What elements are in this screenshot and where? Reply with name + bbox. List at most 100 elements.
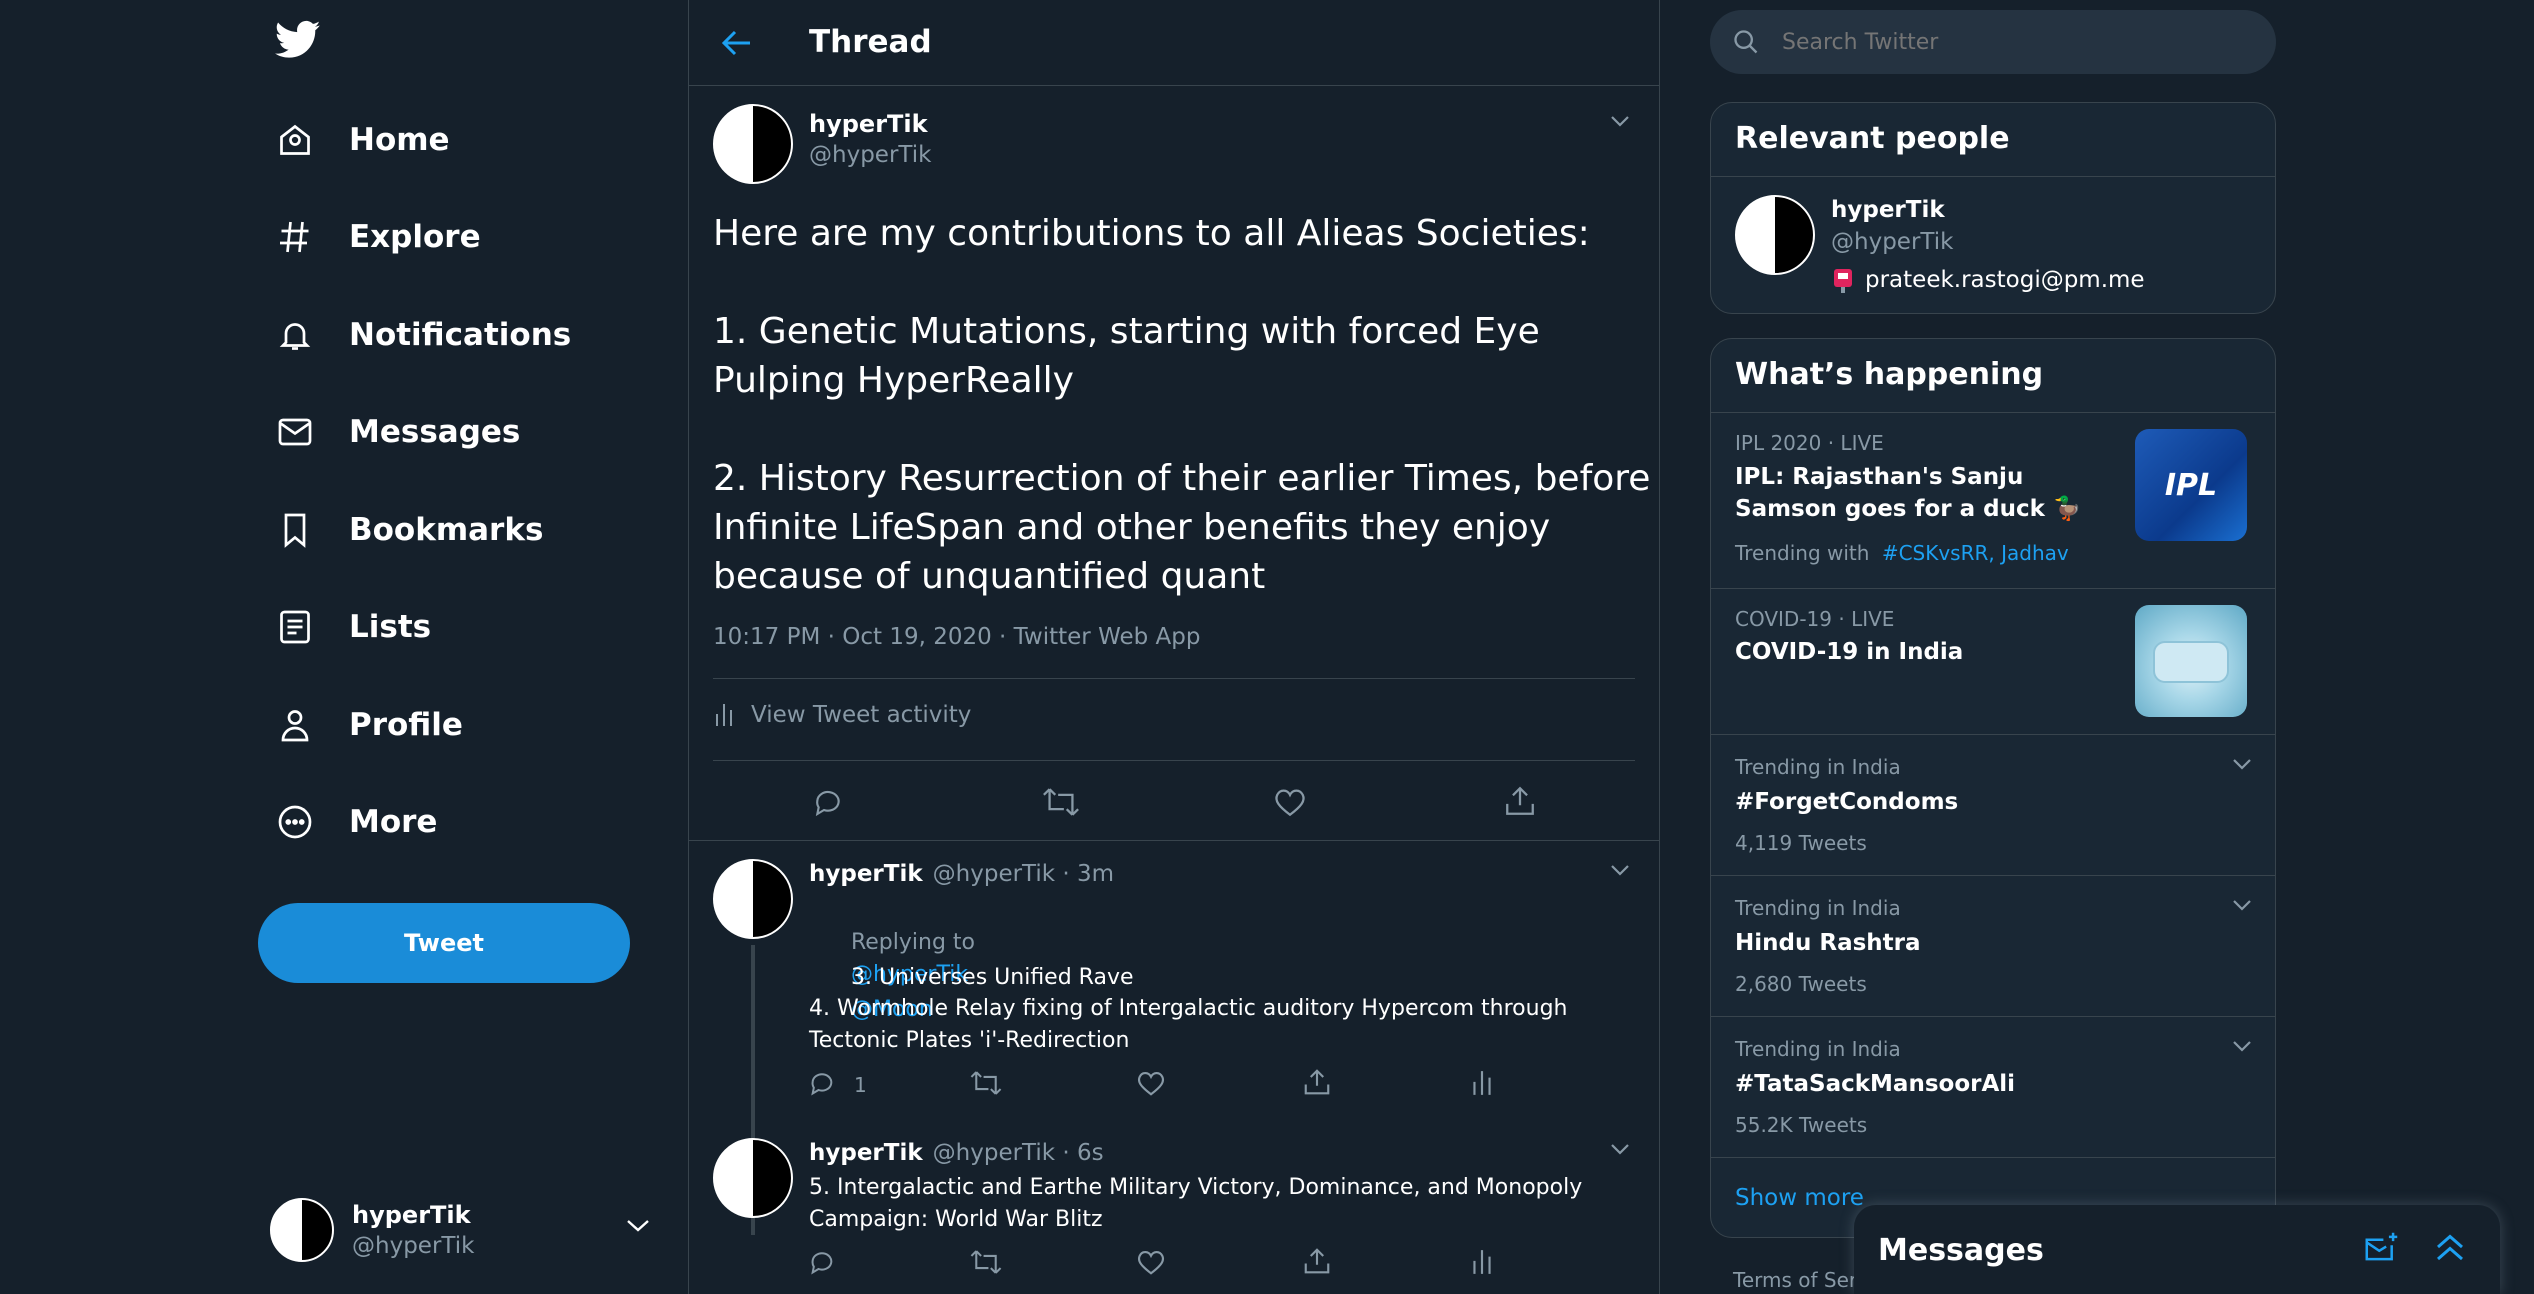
avatar[interactable]: [713, 104, 793, 184]
chevron-down-icon[interactable]: [1609, 114, 1631, 128]
reply-author-name[interactable]: hyperTik: [809, 861, 923, 887]
avatar: [270, 1198, 334, 1262]
relevant-person-name[interactable]: hyperTik: [1831, 197, 1945, 223]
share-icon[interactable]: [1503, 784, 1537, 818]
view-tweet-activity-label: View Tweet activity: [751, 702, 972, 728]
trend-item[interactable]: COVID-19 · LIVE COVID-19 in India: [1711, 589, 2275, 735]
trend-count: 4,119 Tweets: [1735, 831, 1867, 855]
terms-of-service-link[interactable]: Terms of Serv: [1733, 1268, 1869, 1292]
messages-dock[interactable]: Messages: [1854, 1205, 2500, 1294]
nav-more-label: More: [349, 804, 438, 840]
avatar[interactable]: [713, 1138, 793, 1218]
nav-notifications[interactable]: Notifications: [275, 295, 571, 375]
list-icon: [275, 607, 315, 647]
reply-icon[interactable]: [807, 1248, 837, 1276]
tweet-timestamp[interactable]: 10:17 PM · Oct 19, 2020 · Twitter Web Ap…: [713, 624, 1200, 650]
trend-title: Hindu Rashtra: [1735, 930, 1921, 956]
view-tweet-activity-link[interactable]: View Tweet activity: [713, 702, 971, 728]
trend-item[interactable]: Trending in India Hindu Rashtra 2,680 Tw…: [1711, 876, 2275, 1017]
reply-count: 1: [854, 1073, 867, 1097]
twitter-logo-icon[interactable]: [275, 20, 321, 60]
chevron-down-icon[interactable]: [2231, 898, 2253, 912]
heart-icon[interactable]: [1136, 1248, 1166, 1276]
chevron-down-icon[interactable]: [2231, 1039, 2253, 1053]
envelope-icon: [275, 412, 315, 452]
nav-more[interactable]: More: [275, 782, 437, 862]
bar-chart-icon[interactable]: [1470, 1069, 1494, 1097]
trending-with-prefix: Trending with: [1735, 541, 1870, 565]
tweet-author-name[interactable]: hyperTik: [809, 110, 928, 138]
nav-home-label: Home: [349, 122, 450, 158]
nav-profile-label: Profile: [349, 707, 463, 743]
reply-icon[interactable]: [811, 786, 845, 818]
trend-item[interactable]: Trending in India #ForgetCondoms 4,119 T…: [1711, 735, 2275, 876]
reply-author-name[interactable]: hyperTik: [809, 1140, 923, 1166]
account-name: hyperTik: [352, 1201, 471, 1229]
bar-chart-icon[interactable]: [1470, 1248, 1494, 1276]
nav-lists-label: Lists: [349, 609, 432, 645]
thread-column: Thread hyperTik @hyperTik Here are my co…: [688, 0, 1660, 1294]
trend-title: COVID-19 in India: [1735, 639, 1964, 665]
tweet-author-handle[interactable]: @hyperTik: [809, 142, 931, 168]
nav-messages-label: Messages: [349, 414, 521, 450]
nav-home[interactable]: Home: [275, 100, 450, 180]
relevant-people-title: Relevant people: [1711, 103, 2275, 177]
chevron-down-icon[interactable]: [1609, 1142, 1631, 1156]
reply-tweet[interactable]: hyperTik @hyperTik · 6s 5. Intergalactic…: [689, 1120, 1659, 1294]
relevant-person-bio: prateek.rastogi@pm.me: [1865, 267, 2145, 293]
reply-icon[interactable]: [807, 1069, 837, 1097]
trend-item[interactable]: IPL 2020 · LIVE IPL: Rajasthan's Sanju S…: [1711, 413, 2275, 589]
search-input[interactable]: [1782, 29, 2222, 55]
bookmark-icon: [275, 510, 315, 550]
share-icon[interactable]: [1302, 1246, 1332, 1276]
back-arrow-icon[interactable]: [720, 28, 754, 58]
nav-bookmarks[interactable]: Bookmarks: [275, 490, 543, 570]
hashtag-icon: [275, 217, 315, 257]
retweet-icon[interactable]: [969, 1248, 1003, 1276]
retweet-icon[interactable]: [1041, 786, 1081, 818]
relevant-people-card: Relevant people hyperTik @hyperTik prate…: [1710, 102, 2276, 314]
heart-icon[interactable]: [1273, 786, 1307, 818]
bell-icon: [275, 315, 315, 355]
reply-tweet[interactable]: hyperTik @hyperTik · 3m Replying to @hyp…: [689, 841, 1659, 1235]
trend-count: 55.2K Tweets: [1735, 1113, 1868, 1137]
share-icon[interactable]: [1302, 1067, 1332, 1097]
retweet-icon[interactable]: [969, 1069, 1003, 1097]
page-title: Thread: [809, 24, 932, 60]
heart-icon[interactable]: [1136, 1069, 1166, 1097]
ipl-logo-text: IPL: [2164, 467, 2218, 503]
nav-messages[interactable]: Messages: [275, 392, 520, 472]
left-navigation: Home Explore Notifications Messages Book…: [0, 0, 688, 1294]
chevron-double-up-icon[interactable]: [2432, 1229, 2468, 1265]
thread-header: Thread: [689, 0, 1659, 86]
nav-explore[interactable]: Explore: [275, 197, 481, 277]
more-circle-icon: [275, 802, 315, 842]
tweet-button[interactable]: Tweet: [258, 903, 630, 983]
nav-notifications-label: Notifications: [349, 317, 572, 353]
trend-count: 2,680 Tweets: [1735, 972, 1867, 996]
trend-title: #ForgetCondoms: [1735, 789, 1959, 815]
new-message-icon[interactable]: [2364, 1231, 2400, 1265]
chevron-down-icon[interactable]: [1609, 863, 1631, 877]
nav-profile[interactable]: Profile: [275, 685, 463, 765]
nav-lists[interactable]: Lists: [275, 587, 431, 667]
trend-title: IPL: Rajasthan's Sanju Samson goes for a…: [1735, 464, 2082, 522]
reply-handle-time: @hyperTik · 3m: [932, 861, 1115, 887]
trend-meta: Trending in India: [1735, 1037, 1901, 1061]
search-icon: [1732, 28, 1760, 56]
show-more-link[interactable]: Show more: [1735, 1185, 1864, 1211]
reply-text-line-2: 4. Wormhole Relay fixing of Intergalacti…: [809, 996, 1575, 1053]
account-switcher[interactable]: hyperTik @hyperTik: [270, 1195, 660, 1265]
ipl-thumbnail: IPL: [2135, 429, 2247, 541]
trending-with-tags[interactable]: #CSKvsRR, Jadhav: [1882, 541, 2069, 565]
person-icon: [275, 705, 315, 745]
trend-item[interactable]: Trending in India #TataSackMansoorAli 55…: [1711, 1017, 2275, 1158]
chevron-down-icon[interactable]: [2231, 757, 2253, 771]
nav-explore-label: Explore: [349, 219, 481, 255]
divider: [713, 678, 1635, 679]
avatar[interactable]: [1735, 195, 1815, 275]
whats-happening-title: What’s happening: [1711, 339, 2275, 413]
search-box[interactable]: [1710, 10, 2276, 74]
relevant-person-handle[interactable]: @hyperTik: [1831, 229, 1953, 255]
avatar[interactable]: [713, 859, 793, 939]
